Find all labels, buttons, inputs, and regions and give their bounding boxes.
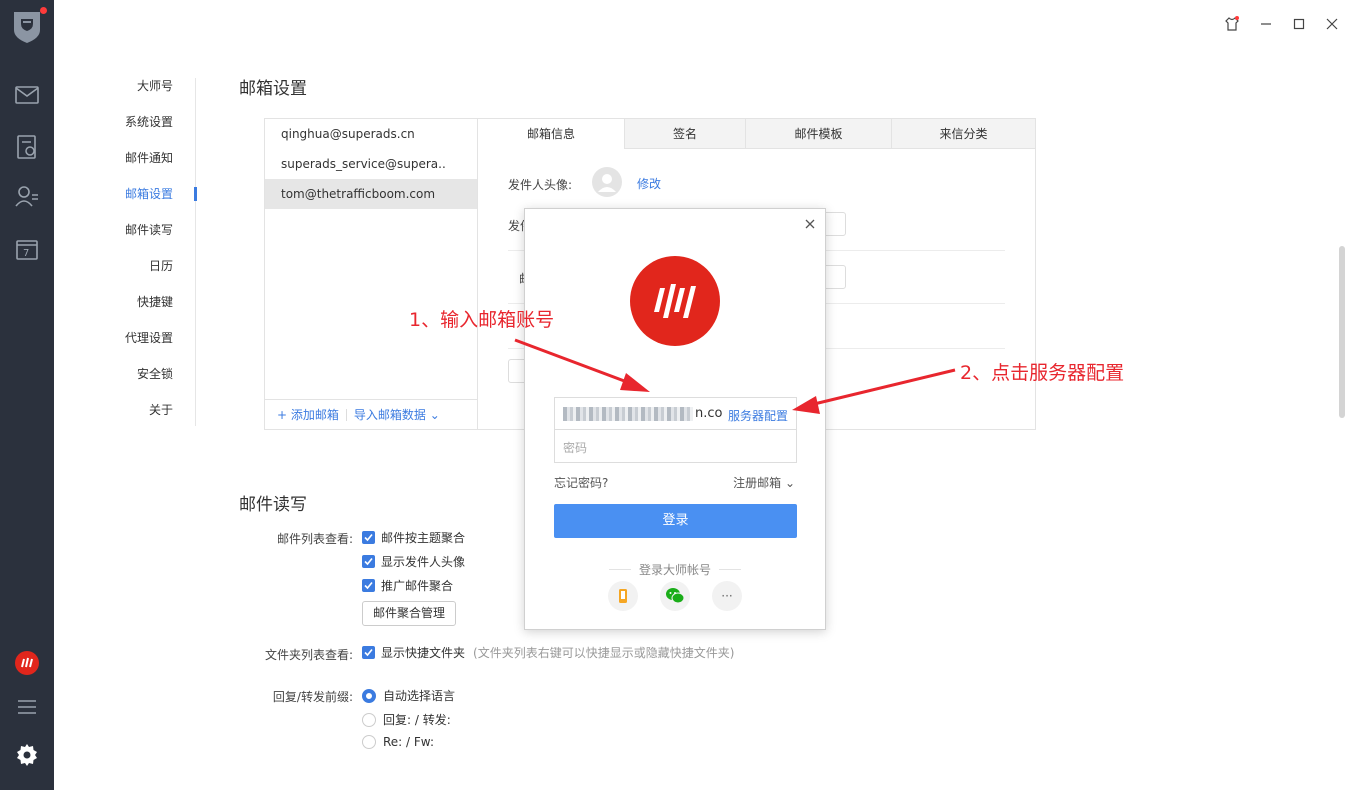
account-list: qinghua@superads.cn superads_service@sup… xyxy=(265,119,478,429)
check-promo-aggregate[interactable]: 推广邮件聚合 xyxy=(362,577,453,594)
maximize-icon[interactable] xyxy=(1289,14,1309,34)
masked-account-text xyxy=(563,407,693,421)
account-list-footer: + 添加邮箱 导入邮箱数据 ⌄ xyxy=(265,399,477,429)
radio-label: 回复: / 转发: xyxy=(383,713,451,727)
menu-item-security-lock[interactable]: 安全锁 xyxy=(98,362,196,398)
radio-english-prefix[interactable]: Re: / Fw: xyxy=(362,735,434,749)
check-label: 邮件按主题聚合 xyxy=(381,531,466,545)
sender-avatar-label: 发件人头像: xyxy=(508,178,573,192)
radio-icon[interactable] xyxy=(362,735,376,749)
close-icon[interactable] xyxy=(1322,14,1342,34)
tab-mail-template[interactable]: 邮件模板 xyxy=(745,119,891,149)
radio-chinese-prefix[interactable]: 回复: / 转发: xyxy=(362,711,451,728)
app-sidebar: 7 xyxy=(0,0,54,790)
calendar-icon[interactable]: 7 xyxy=(14,236,40,262)
brand-logo-icon xyxy=(630,256,720,346)
mail-icon[interactable] xyxy=(14,82,40,108)
list-view-label: 邮件列表查看: xyxy=(276,532,353,546)
phone-login-icon[interactable] xyxy=(608,581,638,611)
modify-avatar-link[interactable]: 修改 xyxy=(637,175,661,192)
account-input[interactable]: n.co 服务器配置 xyxy=(554,397,797,430)
check-show-avatar[interactable]: 显示发件人头像 xyxy=(362,553,465,570)
notes-icon[interactable] xyxy=(14,134,40,160)
radio-label: Re: / Fw: xyxy=(383,735,434,749)
password-input[interactable]: 密码 xyxy=(554,430,797,463)
account-tabs: 邮箱信息 签名 邮件模板 来信分类 xyxy=(478,119,1035,149)
login-dialog: n.co 服务器配置 密码 忘记密码? 注册邮箱 ⌄ 登录 登录大师帐号 ··· xyxy=(524,208,826,630)
sender-avatar xyxy=(592,167,622,197)
add-mailbox-link[interactable]: + 添加邮箱 xyxy=(277,406,339,423)
check-label: 显示快捷文件夹 xyxy=(381,646,466,660)
master-login-divider: 登录大师帐号 xyxy=(609,561,742,578)
menu-item-calendar[interactable]: 日历 xyxy=(98,254,196,290)
radio-selected-icon[interactable] xyxy=(362,688,376,703)
mail-rw-title: 邮件读写 xyxy=(239,495,307,515)
checkbox-checked-icon[interactable] xyxy=(362,531,375,544)
folder-hint: (文件夹列表右键可以快捷显示或隐藏快捷文件夹) xyxy=(473,646,735,660)
checkbox-checked-icon[interactable] xyxy=(362,555,375,568)
settings-icon[interactable] xyxy=(14,742,40,768)
tab-signature[interactable]: 签名 xyxy=(624,119,745,149)
password-placeholder: 密码 xyxy=(563,441,588,455)
radio-label: 自动选择语言 xyxy=(383,689,456,703)
menu-item-system[interactable]: 系统设置 xyxy=(98,110,196,146)
login-button[interactable]: 登录 xyxy=(554,504,797,538)
svg-text:7: 7 xyxy=(23,248,29,259)
tab-incoming-category[interactable]: 来信分类 xyxy=(891,119,1035,149)
account-input-tail: n.co xyxy=(695,406,723,421)
menu-item-read-write[interactable]: 邮件读写 xyxy=(98,218,196,254)
annotation-step1: 1、输入邮箱账号 xyxy=(409,309,555,331)
checkbox-checked-icon[interactable] xyxy=(362,579,375,592)
menu-item-shortcuts[interactable]: 快捷键 xyxy=(98,290,196,326)
register-mailbox-link[interactable]: 注册邮箱 ⌄ xyxy=(733,474,795,491)
prefix-label: 回复/转发前缀: xyxy=(272,690,353,704)
menu-divider xyxy=(195,78,196,426)
settings-menu: 大师号 系统设置 邮件通知 邮箱设置 邮件读写 日历 快捷键 代理设置 安全锁 … xyxy=(98,74,196,434)
account-item[interactable]: superads_service@supera.. xyxy=(265,149,477,179)
mailbox-settings-title: 邮箱设置 xyxy=(239,79,307,99)
scrollbar-thumb[interactable] xyxy=(1339,246,1345,418)
master-login-text: 登录大师帐号 xyxy=(639,563,712,577)
check-label: 推广邮件聚合 xyxy=(381,579,454,593)
menu-active-marker xyxy=(194,187,197,201)
check-thread-aggregate[interactable]: 邮件按主题聚合 xyxy=(362,529,465,546)
menu-icon[interactable] xyxy=(14,694,40,720)
menu-item-master-account[interactable]: 大师号 xyxy=(98,74,196,110)
brand-logo-icon[interactable] xyxy=(14,650,40,676)
notification-dot xyxy=(40,7,47,14)
account-item[interactable]: qinghua@superads.cn xyxy=(265,119,477,149)
contacts-icon[interactable] xyxy=(14,183,40,209)
skin-icon[interactable] xyxy=(1222,14,1242,34)
checkbox-checked-icon[interactable] xyxy=(362,646,375,659)
menu-item-about[interactable]: 关于 xyxy=(98,398,196,434)
radio-auto-language[interactable]: 自动选择语言 xyxy=(362,687,455,704)
wechat-login-icon[interactable] xyxy=(660,581,690,611)
more-login-button[interactable]: ··· xyxy=(712,581,742,611)
footer-separator xyxy=(345,408,347,421)
import-mailbox-link[interactable]: 导入邮箱数据 ⌄ xyxy=(354,406,440,423)
radio-icon[interactable] xyxy=(362,712,376,727)
check-label: 显示发件人头像 xyxy=(381,555,466,569)
server-config-link[interactable]: 服务器配置 xyxy=(728,407,788,424)
annotation-step2: 2、点击服务器配置 xyxy=(960,362,1125,384)
menu-item-notification[interactable]: 邮件通知 xyxy=(98,146,196,182)
close-icon[interactable] xyxy=(801,215,819,233)
avatar-icon[interactable] xyxy=(10,8,44,44)
account-item-selected[interactable]: tom@thetrafficboom.com xyxy=(265,179,477,209)
forgot-password-link[interactable]: 忘记密码? xyxy=(554,474,608,491)
menu-item-mailbox[interactable]: 邮箱设置 xyxy=(98,182,196,218)
check-quick-folders[interactable]: 显示快捷文件夹 (文件夹列表右键可以快捷显示或隐藏快捷文件夹) xyxy=(362,644,734,661)
menu-item-proxy[interactable]: 代理设置 xyxy=(98,326,196,362)
tab-mailbox-info[interactable]: 邮箱信息 xyxy=(478,119,624,149)
minimize-icon[interactable] xyxy=(1256,14,1276,34)
aggregate-manage-button[interactable]: 邮件聚合管理 xyxy=(362,601,456,626)
folder-view-label: 文件夹列表查看: xyxy=(264,648,353,662)
